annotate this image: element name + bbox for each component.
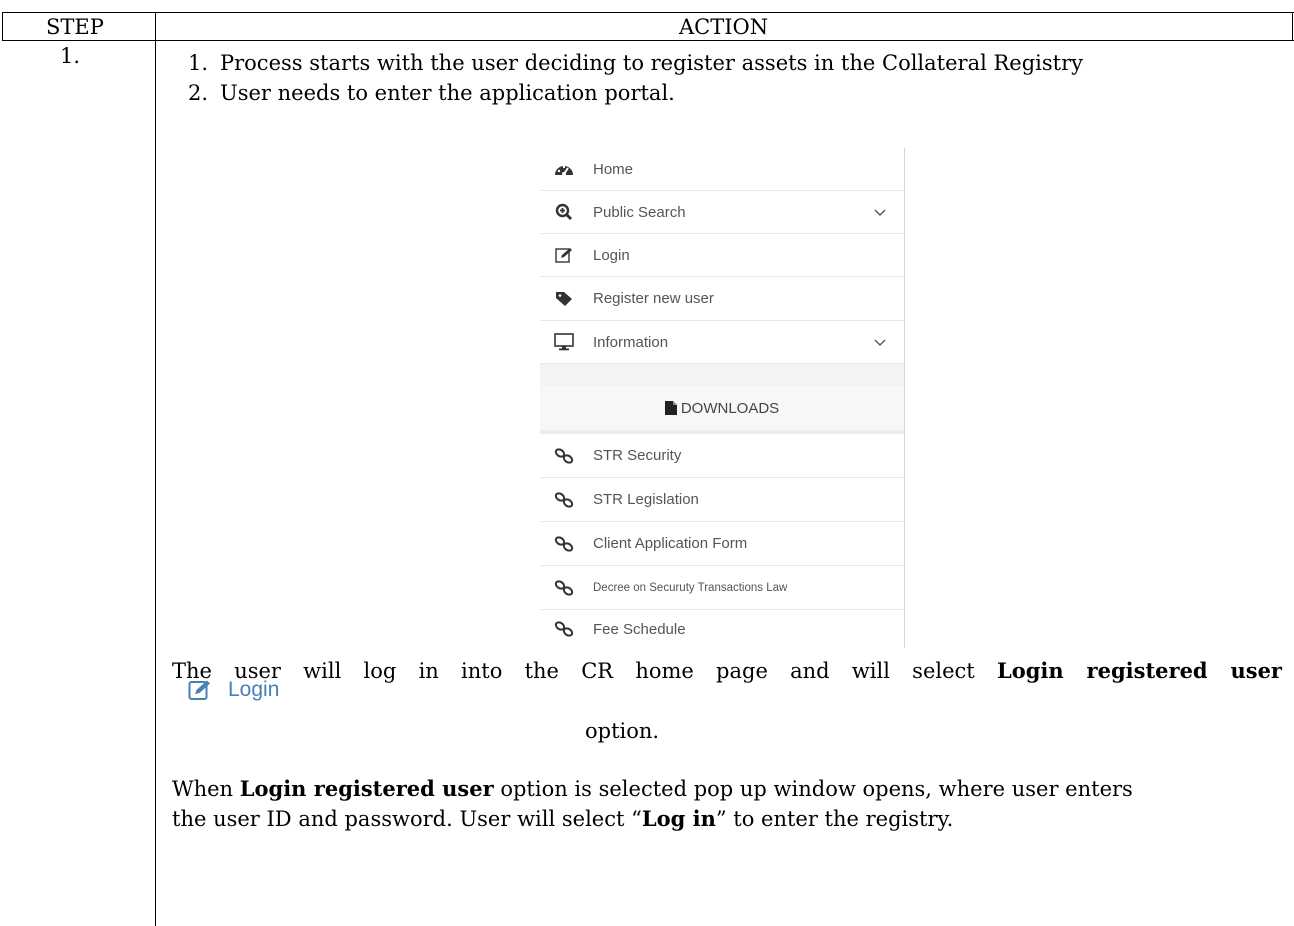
- menu-link-str-legislation[interactable]: STR Legislation: [540, 478, 904, 522]
- paragraph-text: the user ID and password. User will sele…: [172, 807, 642, 831]
- downloads-label: DOWNLOADS: [680, 399, 780, 417]
- portal-menu-screenshot: Home Public Search Login Register new us…: [540, 148, 905, 648]
- list-item: 2. User needs to enter the application po…: [188, 81, 675, 105]
- chevron-down-icon: [874, 334, 886, 351]
- list-item-text: Process starts with the user deciding to…: [220, 51, 1083, 75]
- paragraph-text: When: [172, 777, 240, 801]
- paragraph-text: option is selected pop up window opens, …: [493, 777, 1133, 801]
- table-right-border: [1292, 12, 1293, 41]
- menu-spacer: [540, 364, 904, 386]
- menu-item-register[interactable]: Register new user: [540, 277, 904, 321]
- bold-text: Login registered user: [239, 776, 494, 801]
- edit-icon: [553, 246, 575, 264]
- paragraph-login-instruction: The user will log in into the CR home pa…: [172, 657, 1282, 685]
- table-header-separator: [2, 40, 1294, 41]
- menu-item-label: Register new user: [593, 290, 714, 307]
- link-icon: [553, 535, 575, 553]
- menu-link-str-security[interactable]: STR Security: [540, 434, 904, 478]
- table-column-divider: [155, 12, 156, 926]
- link-icon: [553, 491, 575, 509]
- desktop-icon: [553, 333, 575, 351]
- menu-item-label: Information: [593, 333, 669, 351]
- menu-link-label: Decree on Securuty Transactions Law: [593, 581, 788, 594]
- menu-link-label: Client Application Form: [593, 535, 748, 552]
- list-item: 1. Process starts with the user deciding …: [188, 51, 1083, 75]
- edit-icon: [188, 679, 212, 701]
- menu-item-label: Home: [593, 160, 634, 178]
- login-label: Login: [228, 678, 280, 701]
- table-top-border: [2, 12, 1294, 13]
- document-page: STEP ACTION 1. 1. Process starts with the…: [0, 0, 1294, 926]
- login-button-inline[interactable]: Login: [188, 678, 279, 702]
- link-icon: [553, 447, 575, 465]
- menu-link-decree[interactable]: Decree on Securuty Transactions Law: [540, 566, 904, 610]
- header-step: STEP: [46, 15, 104, 39]
- file-icon: [664, 401, 677, 415]
- menu-link-fee-schedule[interactable]: Fee Schedule: [540, 610, 904, 648]
- header-action: ACTION: [679, 15, 769, 39]
- menu-link-client-application-form[interactable]: Client Application Form: [540, 522, 904, 566]
- paragraph-popup-instruction-line2: the user ID and password. User will sele…: [172, 805, 953, 833]
- bold-text: Login registered user: [996, 658, 1282, 683]
- menu-link-label: STR Security: [593, 447, 682, 464]
- list-item-number: 1.: [188, 51, 209, 75]
- chevron-down-icon: [874, 204, 886, 221]
- link-icon: [553, 620, 575, 638]
- menu-link-label: Fee Schedule: [593, 620, 686, 638]
- tag-icon: [553, 290, 575, 308]
- table-left-border: [2, 12, 3, 41]
- menu-item-login[interactable]: Login: [540, 234, 904, 277]
- link-icon: [553, 579, 575, 597]
- menu-item-public-search[interactable]: Public Search: [540, 191, 904, 234]
- list-item-text: User needs to enter the application port…: [220, 81, 675, 105]
- paragraph-text: The user will log in into the CR home pa…: [172, 659, 997, 683]
- paragraph-option-word: option.: [585, 719, 660, 743]
- list-item-number: 2.: [188, 81, 209, 105]
- menu-item-label: Login: [593, 246, 630, 264]
- menu-item-home[interactable]: Home: [540, 148, 904, 191]
- menu-item-information[interactable]: Information: [540, 321, 904, 364]
- menu-item-label: Public Search: [593, 203, 686, 221]
- paragraph-text: ” to enter the registry.: [715, 807, 954, 831]
- paragraph-popup-instruction: When Login registered user option is sel…: [172, 775, 1133, 803]
- menu-link-label: STR Legislation: [593, 491, 699, 508]
- bold-text: Log in: [641, 806, 716, 831]
- step-number: 1.: [60, 44, 81, 68]
- downloads-heading: DOWNLOADS: [540, 386, 904, 434]
- dashboard-icon: [553, 160, 575, 178]
- search-plus-icon: [553, 203, 575, 221]
